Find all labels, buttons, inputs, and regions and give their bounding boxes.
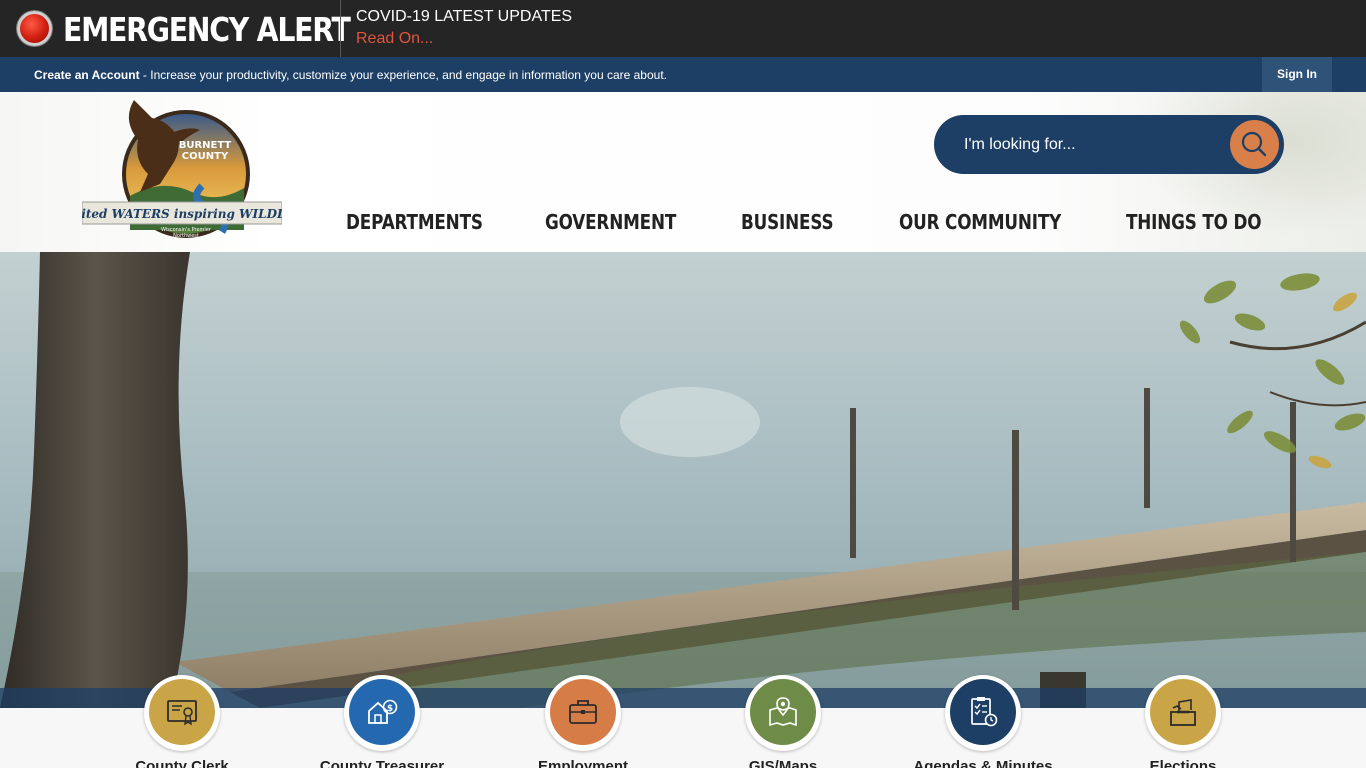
logo-banner-text: spirited WATERS inspiring WILDLIFE <box>82 207 282 221</box>
certificate-icon <box>167 700 197 726</box>
quick-link-circle <box>750 679 816 745</box>
nav-things-to-do[interactable]: THINGS TO DO <box>1126 210 1262 234</box>
sign-in-button[interactable]: Sign In <box>1262 57 1332 92</box>
search-icon <box>1241 131 1267 157</box>
house-money-icon: $ <box>368 699 398 724</box>
quick-link-ring <box>1145 675 1221 751</box>
logo-text-burnett: BURNETT <box>179 140 232 151</box>
briefcase-icon <box>569 700 597 724</box>
account-message: Create an Account - Increase your produc… <box>34 68 667 82</box>
checklist-icon <box>971 697 998 727</box>
alert-divider <box>340 0 341 57</box>
logo-text-county: COUNTY <box>182 151 229 162</box>
quick-link-ring <box>545 675 621 751</box>
quick-link-circle <box>950 679 1016 745</box>
search-input[interactable] <box>964 133 1214 157</box>
quick-link-ring <box>745 675 821 751</box>
quick-link-agendas-minutes[interactable]: Agendas & Minutes <box>903 675 1063 768</box>
quick-link-circle <box>550 679 616 745</box>
hero-lake-dock-image <box>0 252 1366 708</box>
ballot-box-icon <box>1170 699 1196 726</box>
quick-link-ring <box>945 675 1021 751</box>
quick-link-label: Employment <box>537 758 628 768</box>
quick-link-label: GIS/Maps <box>748 758 818 768</box>
account-bar: Create an Account - Increase your produc… <box>0 57 1366 92</box>
quick-link-ring: $ <box>344 675 420 751</box>
quick-link-circle <box>149 679 215 745</box>
alert-read-on-link[interactable]: Read On... <box>356 30 433 48</box>
quick-link-gis-maps[interactable]: GIS/Maps <box>703 675 863 768</box>
burnett-county-logo[interactable]: BURNETT COUNTY spirited WATERS inspiring… <box>82 100 282 242</box>
alert-headline[interactable]: COVID-19 LATEST UPDATES <box>356 8 572 26</box>
quick-link-county-clerk[interactable]: County Clerk <box>102 675 262 768</box>
quick-link-circle: $ <box>349 679 415 745</box>
account-tagline: - Increase your productivity, customize … <box>139 68 667 82</box>
emergency-alert-bar: EMERGENCY ALERT COVID-19 LATEST UPDATES … <box>0 0 1366 57</box>
map-pin-icon <box>769 697 797 727</box>
quick-link-label: Agendas & Minutes <box>913 758 1053 768</box>
svg-text:$: $ <box>387 704 393 714</box>
hero-illustration <box>0 252 1366 708</box>
nav-our-community[interactable]: OUR COMMUNITY <box>899 210 1061 234</box>
quick-link-elections[interactable]: Elections <box>1103 675 1263 768</box>
alert-light-icon <box>17 11 52 46</box>
create-account-link[interactable]: Create an Account <box>34 68 140 82</box>
search-button[interactable] <box>1230 120 1279 169</box>
nav-government[interactable]: GOVERNMENT <box>545 210 676 234</box>
quick-link-label: County Clerk <box>135 758 229 768</box>
quick-link-label: Elections <box>1149 758 1217 768</box>
logo-sub-text-2: Northwest <box>173 233 199 239</box>
quick-link-label: County Treasurer <box>319 758 445 768</box>
quick-link-employment[interactable]: Employment <box>503 675 663 768</box>
quick-link-ring <box>144 675 220 751</box>
quick-link-county-treasurer[interactable]: $ County Treasurer <box>302 675 462 768</box>
nav-departments[interactable]: DEPARTMENTS <box>346 210 483 234</box>
alert-title: EMERGENCY ALERT <box>63 10 351 49</box>
nav-business[interactable]: BUSINESS <box>741 210 834 234</box>
quick-link-circle <box>1150 679 1216 745</box>
